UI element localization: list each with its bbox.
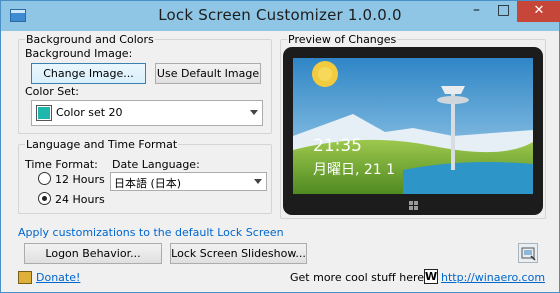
color-set-dropdown[interactable]: Color set 20 <box>31 100 263 126</box>
color-swatch <box>36 105 52 121</box>
radio-24-hours[interactable] <box>38 192 51 205</box>
more-stuff-text: Get more cool stuff here: <box>290 271 428 284</box>
date-language-value: 日本語 (日本) <box>114 177 182 190</box>
use-default-image-button[interactable]: Use Default Image <box>155 63 261 84</box>
lock-time: 21:35 <box>313 136 362 156</box>
radio-12-hours-label[interactable]: 12 Hours <box>55 173 105 186</box>
windows-logo-icon <box>409 201 419 211</box>
tablet-frame: 21:35 月曜日, 21 1 <box>283 47 543 215</box>
winaero-logo-icon: W <box>424 269 438 284</box>
main-window: Lock Screen Customizer 1.0.0.0 – □ ✕ Bac… <box>0 0 560 293</box>
preview-title: Preview of Changes <box>287 33 398 46</box>
color-swatch-fill <box>38 107 50 119</box>
date-language-dropdown[interactable]: 日本語 (日本) <box>110 172 267 191</box>
winaero-link[interactable]: http://winaero.com <box>441 271 545 284</box>
close-button[interactable]: ✕ <box>517 1 560 22</box>
radio-24-hours-label[interactable]: 24 Hours <box>55 193 105 206</box>
settings-icon[interactable] <box>518 243 538 263</box>
radio-12-hours[interactable] <box>38 172 51 185</box>
title-bar[interactable]: Lock Screen Customizer 1.0.0.0 – □ ✕ <box>1 1 560 31</box>
color-set-label: Color Set: <box>25 85 79 98</box>
chevron-down-icon <box>254 178 262 184</box>
apply-customizations-link[interactable]: Apply customizations to the default Lock… <box>18 226 284 239</box>
lock-screen-preview: 21:35 月曜日, 21 1 <box>293 58 533 194</box>
time-format-label: Time Format: <box>25 158 98 171</box>
minimize-button[interactable]: – <box>463 1 490 22</box>
lock-screen-slideshow-button[interactable]: Lock Screen Slideshow... <box>170 243 307 264</box>
logon-behavior-button[interactable]: Logon Behavior... <box>24 243 162 264</box>
background-image-label: Background Image: <box>25 47 133 60</box>
background-colors-title: Background and Colors <box>25 33 155 46</box>
lock-date: 月曜日, 21 1 <box>313 162 396 178</box>
date-language-label: Date Language: <box>112 158 200 171</box>
donate-link[interactable]: Donate! <box>36 271 80 284</box>
donate-icon <box>18 271 32 284</box>
color-set-value: Color set 20 <box>56 106 123 119</box>
maximize-button[interactable]: □ <box>490 1 517 22</box>
language-time-title: Language and Time Format <box>25 138 179 151</box>
change-image-button[interactable]: Change Image... <box>31 63 146 84</box>
chevron-down-icon <box>250 110 258 115</box>
